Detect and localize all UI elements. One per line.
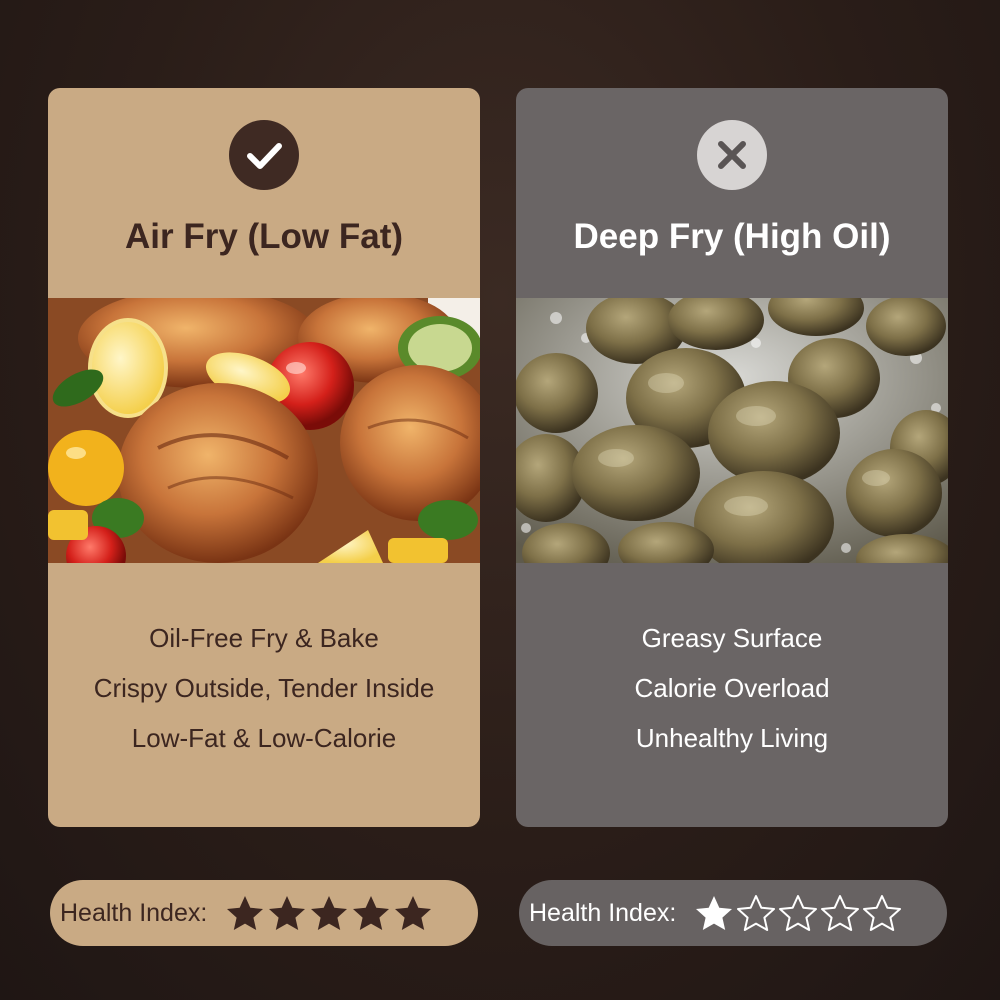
feature-text: Oil-Free Fry & Bake xyxy=(149,623,379,653)
feature-text: Unhealthy Living xyxy=(635,723,829,753)
star-rating xyxy=(225,893,435,933)
deep-fried-balls-photo xyxy=(516,298,948,563)
star-rating xyxy=(694,893,904,933)
checkmark-icon xyxy=(229,120,299,190)
health-index-label: Health Index: xyxy=(60,898,208,927)
air-fry-features: Oil-Free Fry & Bake Crispy Outside, Tend… xyxy=(48,613,480,763)
air-fry-card: Air Fry (Low Fat) Oil-Free Fry & Bake Cr… xyxy=(48,88,480,827)
star-filled-icon xyxy=(395,896,432,930)
deep-fry-title: Deep Fry (High Oil) xyxy=(573,217,891,256)
star-filled-icon xyxy=(269,896,306,930)
star-empty-icon xyxy=(863,895,902,931)
star-filled-icon xyxy=(311,896,348,930)
feature-text: Calorie Overload xyxy=(634,673,830,703)
air-fry-title: Air Fry (Low Fat) xyxy=(124,217,404,256)
x-icon xyxy=(697,120,767,190)
health-index-label: Health Index: xyxy=(529,898,677,927)
star-empty-icon xyxy=(737,895,776,931)
deep-fry-card: Deep Fry (High Oil) Greasy Surface Calor… xyxy=(516,88,948,827)
star-filled-icon xyxy=(696,896,733,930)
star-filled-icon xyxy=(353,896,390,930)
star-empty-icon xyxy=(779,895,818,931)
roasted-chicken-photo xyxy=(48,298,480,563)
deep-fry-features: Greasy Surface Calorie Overload Unhealth… xyxy=(516,613,948,763)
feature-text: Crispy Outside, Tender Inside xyxy=(93,673,435,703)
star-filled-icon xyxy=(227,896,264,930)
air-fry-health-index: Health Index: xyxy=(50,880,478,946)
feature-text: Greasy Surface xyxy=(641,623,823,653)
deep-fry-health-index: Health Index: xyxy=(519,880,947,946)
star-empty-icon xyxy=(821,895,860,931)
feature-text: Low-Fat & Low-Calorie xyxy=(131,723,397,753)
